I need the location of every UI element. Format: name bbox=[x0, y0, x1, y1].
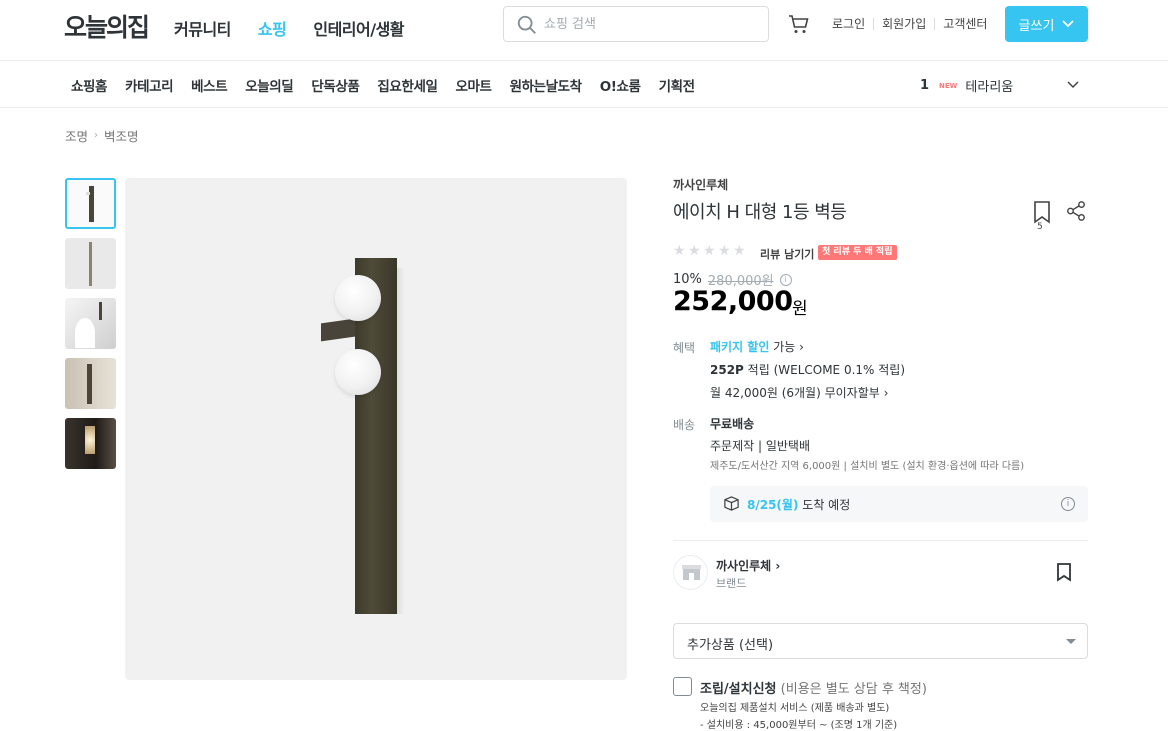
write-button[interactable]: 글쓰기 bbox=[1005, 6, 1088, 42]
package-discount-suffix[interactable]: 가능 › bbox=[773, 340, 804, 354]
subnav-shop-home[interactable]: 쇼핑홈 bbox=[71, 75, 107, 95]
arrival-text: 8/25(월) 도착 예정 bbox=[747, 496, 850, 513]
signup-link[interactable]: 회원가입 bbox=[882, 15, 926, 32]
points-suffix: 적립 (WELCOME 0.1% 적립) bbox=[747, 363, 906, 377]
box-icon bbox=[724, 496, 739, 511]
subnav-exhibition[interactable]: 기획전 bbox=[659, 75, 695, 95]
review-reward-badge: 첫 리뷰 두 배 적립 bbox=[818, 245, 897, 260]
breadcrumb: 조명 › 벽조명 bbox=[65, 126, 139, 145]
select-label: 추가상품 (선택) bbox=[687, 638, 774, 653]
breadcrumb-item[interactable]: 벽조명 bbox=[104, 126, 139, 145]
lamp-globe-bottom bbox=[335, 349, 381, 395]
points-amount: 252P bbox=[710, 363, 744, 377]
brand-card-sub: 브랜드 bbox=[716, 577, 747, 590]
menu-divider bbox=[934, 17, 936, 30]
star-icon: ★ bbox=[703, 243, 716, 259]
points-info: 252P 적립 (WELCOME 0.1% 적립) bbox=[710, 361, 905, 378]
share-icon[interactable] bbox=[1065, 199, 1087, 223]
benefits-label: 혜택 bbox=[673, 341, 696, 355]
subnav-exclusive[interactable]: 단독상품 bbox=[311, 75, 359, 95]
chevron-down-icon bbox=[1062, 20, 1075, 28]
product-title: 에이치 H 대형 1등 벽등 bbox=[673, 202, 847, 223]
bookmark-count: 5 bbox=[1037, 222, 1043, 232]
write-button-label: 글쓰기 bbox=[1018, 18, 1055, 34]
thumbnail-1[interactable] bbox=[65, 178, 116, 229]
install-request-title[interactable]: 조립/설치신청 (비용은 별도 상담 후 책정) bbox=[700, 678, 927, 697]
package-discount-link[interactable]: 패키지 할인 bbox=[710, 340, 769, 354]
install-note: (비용은 별도 상담 후 책정) bbox=[780, 682, 927, 697]
install-request-checkbox[interactable] bbox=[673, 677, 692, 696]
star-icon: ★ bbox=[673, 243, 686, 259]
category-nav-items: 쇼핑홈 카테고리 베스트 오늘의딜 단독상품 집요한세일 오마트 원하는날도착 … bbox=[71, 75, 695, 95]
install-desc: 오늘의집 제품설치 서비스 (제품 배송과 별도) bbox=[700, 703, 890, 714]
subnav-best[interactable]: 베스트 bbox=[191, 75, 227, 95]
bookmark-icon[interactable] bbox=[1030, 200, 1054, 224]
bookmark-icon[interactable] bbox=[1054, 562, 1074, 582]
info-icon[interactable]: i bbox=[779, 273, 792, 286]
user-menu: 로그인 회원가입 고객센터 bbox=[832, 15, 987, 32]
currency-unit: 원 bbox=[792, 299, 808, 319]
subnav-category[interactable]: 카테고리 bbox=[125, 75, 173, 95]
shipping-note: 제주도/도서산간 지역 6,000원 | 설치비 별도 (설치 환경·옵션에 따… bbox=[710, 461, 1025, 472]
store-icon bbox=[682, 565, 701, 580]
search-icon bbox=[517, 15, 536, 34]
star-icon: ★ bbox=[733, 243, 746, 259]
brand-logo[interactable] bbox=[673, 555, 708, 590]
install-cost: - 설치비용 : 45,000원부터 ~ (조명 1개 기준) bbox=[700, 720, 898, 731]
nav-community[interactable]: 커뮤니티 bbox=[174, 16, 231, 40]
nav-shopping[interactable]: 쇼핑 bbox=[258, 16, 287, 40]
subnav-todays-deal[interactable]: 오늘의딜 bbox=[245, 75, 293, 95]
install-title: 조립/설치신청 bbox=[700, 682, 777, 697]
sale-price: 252,000 bbox=[673, 286, 793, 317]
additional-product-select[interactable]: 추가상품 (선택) bbox=[673, 623, 1088, 659]
write-review-link[interactable]: 리뷰 남기기 bbox=[760, 246, 814, 262]
shipping-method: 주문제작 | 일반택배 bbox=[710, 439, 810, 453]
subnav-showroom[interactable]: O!쇼룸 bbox=[600, 75, 641, 95]
subnav-sale[interactable]: 집요한세일 bbox=[377, 75, 438, 95]
subnav-omart[interactable]: 오마트 bbox=[456, 75, 492, 95]
search-input[interactable] bbox=[544, 14, 754, 34]
subnav-scheduled-delivery[interactable]: 원하는날도착 bbox=[510, 75, 583, 95]
shipping-type: 무료배송 bbox=[710, 417, 755, 431]
star-icon: ★ bbox=[688, 243, 701, 259]
thumbnail-list bbox=[65, 178, 116, 469]
top-header: 오늘의집 커뮤니티 쇼핑 인테리어/생활 로그인 회원가입 고객센터 글쓰기 bbox=[0, 0, 1168, 61]
main-nav: 커뮤니티 쇼핑 인테리어/생활 bbox=[174, 16, 405, 40]
package-discount: 패키지 할인 가능 › bbox=[710, 338, 804, 355]
chevron-right-icon: › bbox=[94, 130, 99, 141]
discount-rate: 10% bbox=[673, 272, 702, 287]
thumbnail-3[interactable] bbox=[65, 298, 116, 349]
arrival-date: 8/25(월) bbox=[747, 498, 799, 512]
divider bbox=[673, 540, 1088, 541]
chevron-down-icon[interactable] bbox=[1066, 77, 1080, 91]
arrival-estimate: 8/25(월) 도착 예정 i bbox=[710, 486, 1088, 522]
lamp-globe-top bbox=[335, 275, 381, 321]
rating-stars[interactable]: ★ ★ ★ ★ ★ bbox=[673, 243, 746, 259]
category-nav: 쇼핑홈 카테고리 베스트 오늘의딜 단독상품 집요한세일 오마트 원하는날도착 … bbox=[0, 61, 1168, 108]
ranking-keyword: 테라리움 bbox=[965, 80, 1014, 95]
search-box[interactable] bbox=[503, 6, 769, 42]
thumbnail-4[interactable] bbox=[65, 358, 116, 409]
support-link[interactable]: 고객센터 bbox=[943, 15, 987, 32]
menu-divider bbox=[873, 17, 875, 30]
trending-keyword[interactable]: 1 NEW 테라리움 bbox=[920, 76, 1013, 95]
thumbnail-5[interactable] bbox=[65, 418, 116, 469]
breadcrumb-item[interactable]: 조명 bbox=[65, 126, 88, 145]
brand-card-name[interactable]: 까사인루체 › bbox=[716, 557, 780, 574]
info-icon[interactable]: i bbox=[1061, 497, 1075, 511]
arrival-suffix: 도착 예정 bbox=[802, 498, 851, 512]
brand-name[interactable]: 까사인루체 bbox=[673, 176, 728, 193]
thumbnail-2[interactable] bbox=[65, 238, 116, 289]
product-main-image[interactable] bbox=[125, 178, 627, 680]
ranking-number: 1 bbox=[920, 78, 930, 93]
star-icon: ★ bbox=[718, 243, 731, 259]
nav-interior-life[interactable]: 인테리어/생활 bbox=[313, 16, 404, 40]
caret-down-icon bbox=[1066, 639, 1076, 644]
shipping-label: 배송 bbox=[673, 418, 696, 432]
login-link[interactable]: 로그인 bbox=[832, 15, 865, 32]
installment-link[interactable]: 월 42,000원 (6개월) 무이자할부 › bbox=[710, 384, 888, 401]
new-badge: NEW bbox=[939, 81, 958, 90]
cart-icon[interactable] bbox=[787, 12, 811, 36]
site-logo[interactable]: 오늘의집 bbox=[64, 8, 150, 44]
